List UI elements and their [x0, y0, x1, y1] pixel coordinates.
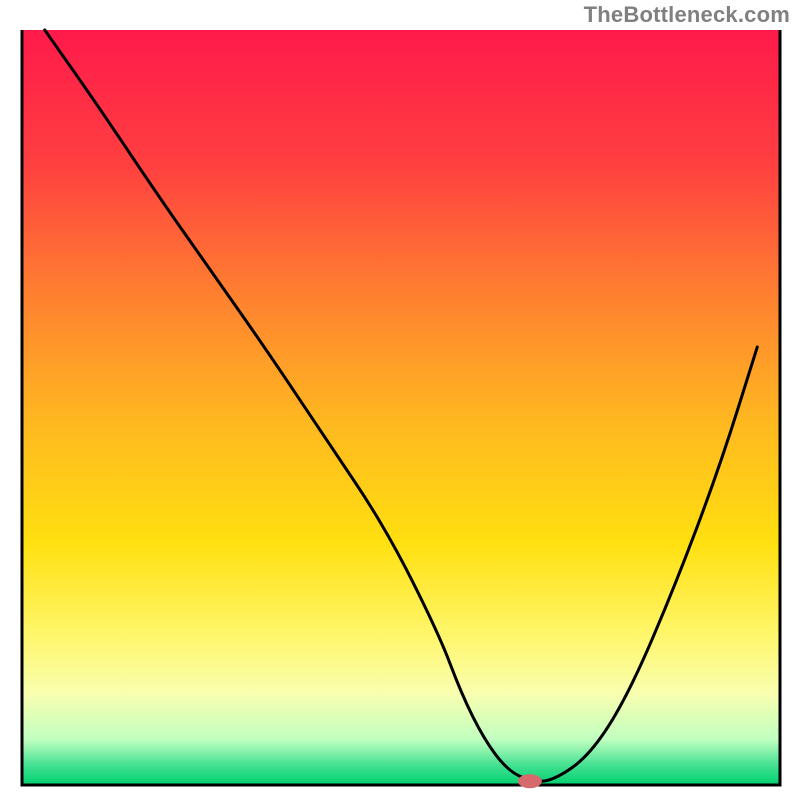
chart-background	[22, 30, 780, 785]
optimal-marker	[518, 774, 542, 788]
chart-stage: TheBottleneck.com	[0, 0, 800, 800]
bottleneck-chart	[0, 0, 800, 800]
